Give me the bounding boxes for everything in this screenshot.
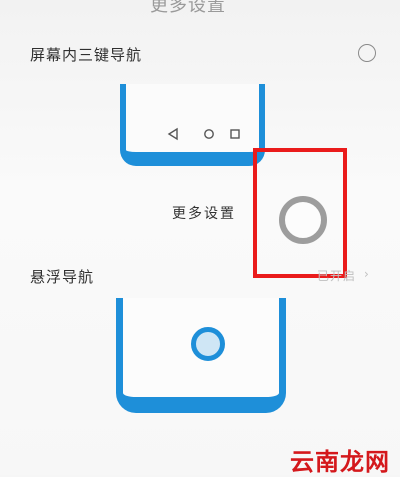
watermark-logo: 云南龙网 bbox=[290, 448, 390, 476]
back-icon bbox=[167, 127, 178, 141]
chevron-right-icon: › bbox=[364, 267, 369, 281]
floating-nav-ring-icon[interactable] bbox=[279, 196, 327, 244]
nav-key-row bbox=[126, 127, 259, 141]
option-label-floating: 悬浮导航 bbox=[30, 268, 95, 286]
settings-screen: 更多设置 屏幕内三键导航 更多设置 悬浮导航 已开启 › 云南龙网 bbox=[0, 0, 400, 476]
option-label-three-key: 屏幕内三键导航 bbox=[30, 46, 143, 64]
section-title-clipped: 更多设置 bbox=[150, 0, 226, 16]
status-enabled-label: 已开启 bbox=[317, 269, 357, 283]
floating-ball-preview-icon bbox=[191, 327, 225, 361]
radio-button-three-key[interactable] bbox=[358, 44, 376, 62]
three-key-nav-preview bbox=[120, 84, 265, 166]
option-three-key-navigation[interactable]: 屏幕内三键导航 bbox=[0, 36, 400, 72]
home-icon bbox=[204, 129, 214, 139]
recents-icon bbox=[230, 129, 240, 139]
floating-nav-preview bbox=[116, 298, 286, 413]
more-settings-link[interactable]: 更多设置 bbox=[172, 203, 236, 223]
